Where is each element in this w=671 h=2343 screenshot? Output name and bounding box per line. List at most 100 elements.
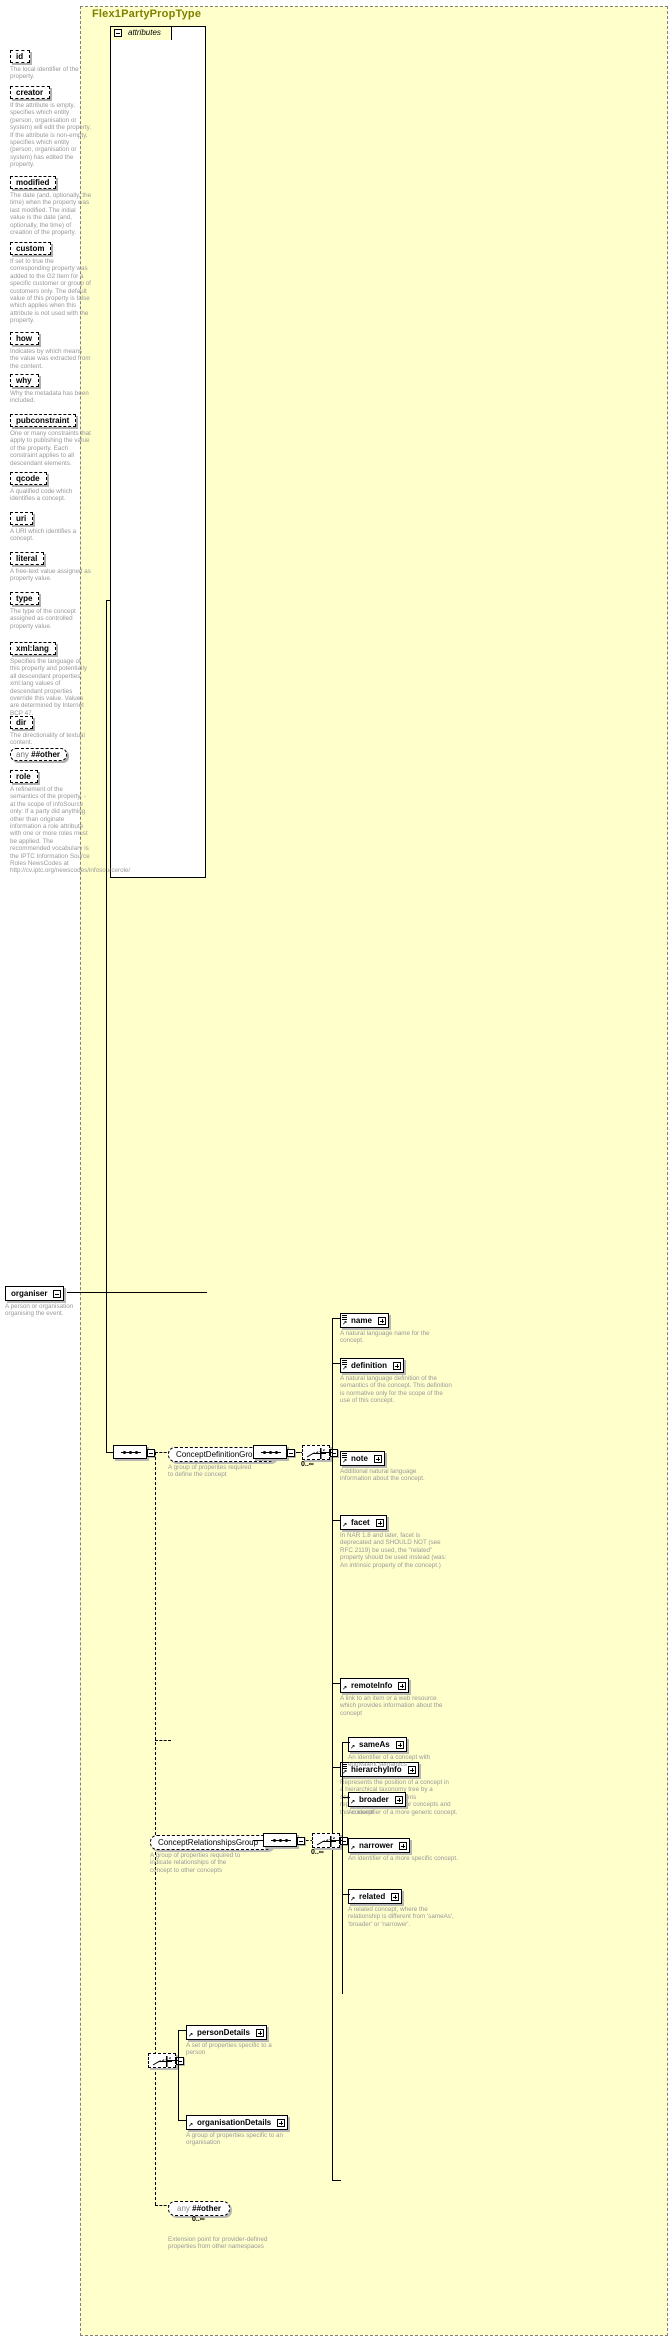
list-icon — [342, 1315, 347, 1320]
attribute-row-any[interactable]: any ##other — [10, 744, 68, 762]
element-box[interactable]: ↗ related — [348, 1889, 403, 1904]
extension-arrow-icon: ↗ — [342, 1686, 348, 1692]
connector — [106, 600, 111, 601]
any-extension-point[interactable]: any ##other 0..∞ Extension point for pro… — [168, 2198, 298, 2251]
attribute-chip[interactable]: creator — [10, 86, 51, 99]
attribute-chip[interactable]: xml:lang — [10, 642, 56, 655]
element-note[interactable]: ↗ note Additional natural language infor… — [340, 1448, 450, 1483]
element-box[interactable]: ↗ facet — [340, 1515, 387, 1530]
expand-icon[interactable] — [277, 2118, 286, 2127]
expand-icon[interactable] — [394, 1795, 403, 1804]
collapse-icon[interactable] — [114, 29, 122, 37]
element-box[interactable]: ↗ organisationDetails — [186, 2115, 289, 2130]
attribute-description: Specifies the language of this property … — [10, 658, 88, 717]
extension-arrow-icon: ↗ — [188, 2033, 194, 2039]
collapse-icon[interactable] — [53, 1289, 62, 1298]
element-broader[interactable]: ↗ broader An identifier of a more generi… — [348, 1789, 468, 1816]
attribute-chip[interactable]: pubconstraint — [10, 414, 77, 427]
branch-spine — [332, 1318, 333, 2180]
attribute-row[interactable]: qcode A qualified code which identifies … — [10, 468, 92, 503]
expand-icon[interactable] — [373, 1454, 382, 1463]
element-persondetails[interactable]: ↗ personDetails A set of properties spec… — [186, 2022, 316, 2057]
element-name[interactable]: ↗ name A natural language name for the c… — [340, 1310, 450, 1345]
attribute-chip[interactable]: type — [10, 592, 40, 605]
attribute-row[interactable]: type The type of the concept assigned as… — [10, 588, 92, 630]
expand-icon[interactable] — [375, 1518, 384, 1527]
element-box[interactable]: ↗ remoteInfo — [340, 1678, 410, 1693]
attribute-chip[interactable]: role — [10, 770, 38, 783]
attribute-chip[interactable]: modified — [10, 176, 57, 189]
element-definition[interactable]: ↗ definition A natural language definiti… — [340, 1355, 458, 1405]
attribute-row[interactable]: id The local identifier of the property. — [10, 46, 92, 81]
element-sameas[interactable]: ↗ sameAs An identifier of a concept with… — [348, 1734, 468, 1769]
attribute-row[interactable]: xml:lang Specifies the language of this … — [10, 638, 92, 717]
group-box[interactable]: ConceptRelationshipsGroup — [150, 1835, 282, 1850]
collapse-icon[interactable] — [297, 1837, 305, 1845]
element-box[interactable]: ↗ name — [340, 1313, 389, 1328]
attribute-description: A free-text value assigned as property v… — [10, 568, 91, 583]
element-organisationdetails[interactable]: ↗ organisationDetails A group of propert… — [186, 2112, 336, 2147]
sequence-compositor[interactable] — [263, 1833, 305, 1847]
attribute-chip[interactable]: qcode — [10, 472, 47, 485]
sequence-compositor[interactable] — [253, 1445, 295, 1459]
element-label: definition — [351, 1361, 387, 1370]
attribute-chip[interactable]: why — [10, 374, 39, 387]
connector — [167, 2060, 179, 2061]
element-box[interactable]: ↗ broader — [348, 1792, 406, 1807]
attribute-description: The type of the concept assigned as cont… — [10, 608, 76, 630]
any-box[interactable]: any ##other — [168, 2201, 231, 2216]
attribute-row[interactable]: literal A free-text value assigned as pr… — [10, 548, 92, 583]
expand-icon[interactable] — [377, 1316, 386, 1325]
cardinality-label: 0..∞ — [301, 1461, 314, 1468]
attribute-row[interactable]: modified The date (and, optionally, the … — [10, 172, 92, 236]
attribute-chip[interactable]: how — [10, 332, 39, 345]
element-box[interactable]: ↗ definition — [340, 1358, 404, 1373]
attribute-row[interactable]: creator If the attribute is empty, speci… — [10, 82, 92, 169]
any-description: Extension point for provider-defined pro… — [168, 2236, 268, 2251]
attribute-row[interactable]: role A refinement of the semantics of th… — [10, 766, 130, 875]
attribute-chip[interactable]: custom — [10, 242, 52, 255]
element-label: broader — [359, 1795, 389, 1804]
root-element[interactable]: organiser A person or organisation organ… — [5, 1283, 73, 1318]
element-box[interactable]: ↗ note — [340, 1451, 385, 1466]
expand-icon[interactable] — [398, 1681, 407, 1690]
group-concept-relationships[interactable]: ConceptRelationshipsGroup A group of pro… — [150, 1832, 282, 1874]
element-box-organiser[interactable]: organiser — [5, 1286, 65, 1301]
attribute-chip[interactable]: id — [10, 50, 31, 63]
expand-icon[interactable] — [393, 1361, 401, 1370]
element-description: A set of properties specific to a person — [186, 2042, 272, 2057]
element-label: name — [351, 1316, 372, 1325]
attribute-chip[interactable]: dir — [10, 716, 34, 729]
element-label: narrower — [359, 1841, 394, 1850]
element-label: related — [359, 1892, 386, 1901]
element-narrower[interactable]: ↗ narrower An identifier of a more speci… — [348, 1835, 468, 1862]
connector — [332, 1318, 341, 1319]
element-box[interactable]: ↗ personDetails — [186, 2025, 267, 2040]
connector — [321, 1452, 333, 1453]
attribute-row[interactable]: how Indicates by which means the value w… — [10, 328, 92, 370]
any-attribute-chip[interactable]: any ##other — [10, 748, 68, 761]
attribute-chip[interactable]: literal — [10, 552, 45, 565]
choice-icon — [316, 1836, 337, 1847]
element-facet[interactable]: ↗ facet In NAR 1.8 and later, facet is d… — [340, 1512, 450, 1569]
attribute-chip[interactable]: uri — [10, 512, 34, 525]
element-remoteinfo[interactable]: ↗ remoteInfo A link to an item or a web … — [340, 1675, 465, 1717]
attribute-row[interactable]: dir The directionality of textual conten… — [10, 712, 92, 747]
sequence-compositor[interactable] — [113, 1445, 155, 1459]
attribute-row[interactable]: uri A URI which identifies a concept. — [10, 508, 92, 543]
attribute-row[interactable]: why Why the metadata has been included. — [10, 370, 92, 405]
element-box[interactable]: ↗ sameAs — [348, 1737, 407, 1752]
collapse-icon[interactable] — [147, 1449, 155, 1457]
element-box[interactable]: ↗ narrower — [348, 1838, 411, 1853]
expand-icon[interactable] — [395, 1740, 404, 1749]
expand-icon[interactable] — [391, 1892, 400, 1901]
expand-icon[interactable] — [255, 2028, 264, 2037]
element-description: An identifier of a concept with equivale… — [348, 1754, 431, 1769]
element-description: An identifier of a more generic concept. — [348, 1809, 458, 1816]
collapse-icon[interactable] — [287, 1449, 295, 1457]
element-related[interactable]: ↗ related A related concept, where the r… — [348, 1886, 468, 1928]
attribute-row[interactable]: pubconstraint One or many constraints th… — [10, 410, 92, 467]
expand-icon[interactable] — [399, 1841, 408, 1850]
attribute-row[interactable]: custom If set to true the corresponding … — [10, 238, 92, 325]
connector — [178, 2120, 187, 2121]
